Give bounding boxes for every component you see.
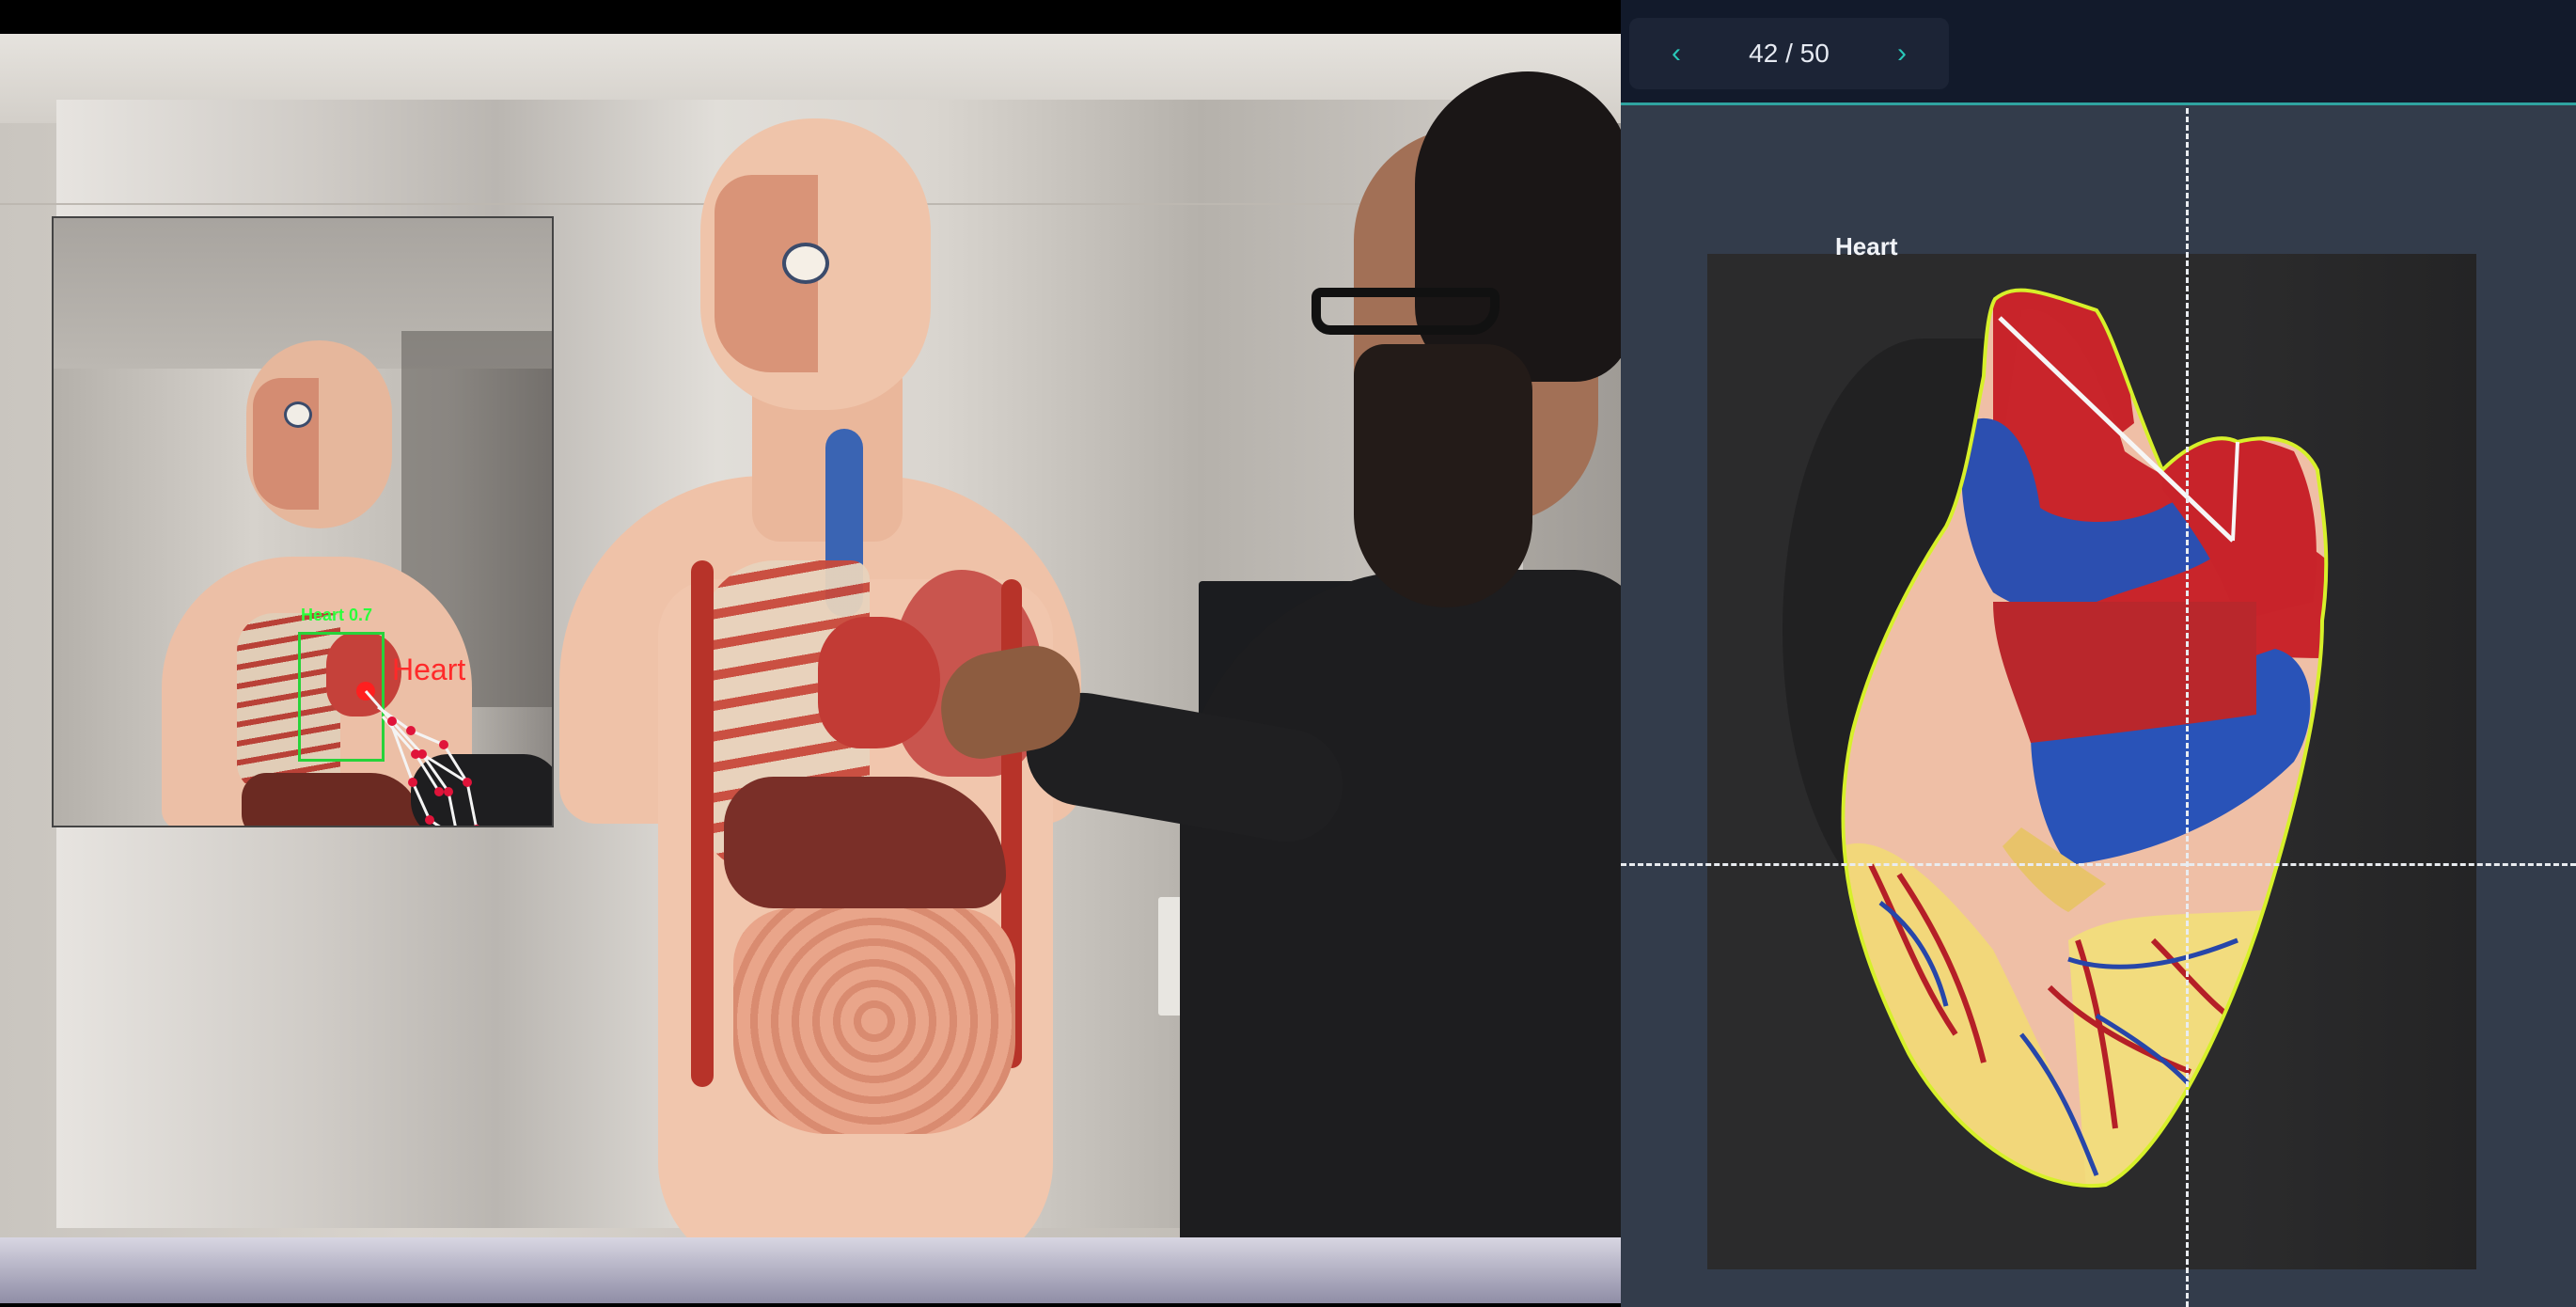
person-beard — [1354, 344, 1532, 607]
crosshair-vertical — [2186, 108, 2189, 1307]
top-black-bar — [0, 0, 1621, 34]
segmented-heart-image[interactable] — [1621, 0, 2576, 1307]
detection-inset: Heart 0.7 Heart — [52, 216, 554, 827]
heart-image — [1843, 290, 2327, 1187]
anatomy-model-intestines — [733, 908, 1015, 1134]
person-jacket — [1180, 570, 1621, 1303]
person-hair — [1415, 71, 1621, 382]
hand-skeleton-overlay — [364, 690, 479, 826]
smart-glasses — [1312, 288, 1500, 335]
counter-edge — [0, 1237, 1621, 1303]
camera-view: Heart 0.7 Heart — [0, 34, 1621, 1303]
crosshair-horizontal — [1621, 863, 2576, 866]
annotation-label: Heart — [1835, 232, 1898, 260]
anatomy-model-eye — [782, 243, 829, 284]
anatomy-model-liver — [724, 777, 1006, 908]
